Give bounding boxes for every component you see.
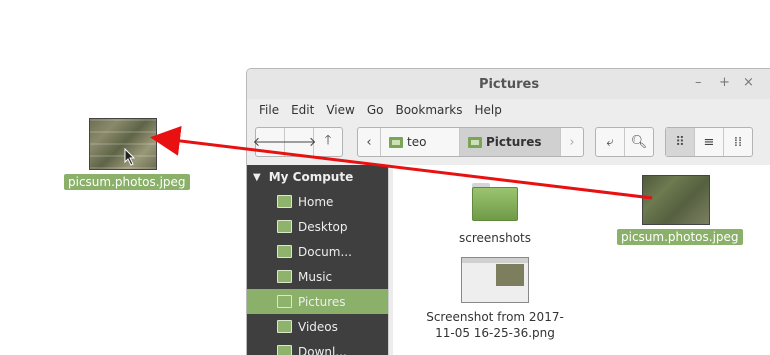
search-button[interactable]: 🔍︎ — [625, 128, 653, 156]
menu-bookmarks[interactable]: Bookmarks — [389, 103, 468, 117]
sidebar-item-label: Pictures — [298, 295, 346, 309]
file-view[interactable]: screenshots picsum.photos.jpeg Screensho… — [393, 165, 770, 355]
breadcrumb: ‹ teo Pictures › — [357, 127, 584, 157]
compact-list-icon: ⁞⁞ — [734, 135, 742, 150]
breadcrumb-label: Pictures — [486, 135, 542, 149]
close-button[interactable]: × — [743, 75, 754, 90]
image-thumbnail — [642, 175, 710, 225]
file-item-label-line2: 11-05 16-25-36.png — [417, 325, 573, 341]
maximize-button[interactable]: + — [719, 75, 730, 90]
sidebar-section-label: My Compute — [269, 170, 354, 184]
sidebar-item-home[interactable]: Home — [247, 189, 388, 214]
menu-bar: File Edit View Go Bookmarks Help — [247, 99, 770, 121]
menu-go[interactable]: Go — [361, 103, 390, 117]
sidebar-item-label: Docum... — [298, 245, 352, 259]
breadcrumb-label: teo — [407, 135, 426, 149]
title-bar[interactable]: Pictures – + × — [247, 69, 770, 99]
sidebar-item-videos[interactable]: Videos — [247, 314, 388, 339]
sidebar-item-label: Music — [298, 270, 332, 284]
sidebar-item-documents[interactable]: Docum... — [247, 239, 388, 264]
list-icon: ≡ — [704, 135, 715, 150]
breadcrumb-prev-button[interactable]: ‹ — [358, 128, 381, 156]
search-icon: 🔍︎ — [631, 135, 648, 150]
file-item-label: picsum.photos.jpeg — [617, 229, 743, 245]
icon-view-button[interactable]: ⠿ — [666, 128, 695, 156]
window-title: Pictures — [247, 77, 770, 92]
file-manager-window: Pictures – + × File Edit View Go Bookmar… — [246, 68, 770, 355]
sidebar-section-header[interactable]: ▼ My Compute — [247, 165, 388, 189]
compact-view-button[interactable]: ⁞⁞ — [724, 128, 752, 156]
sidebar-item-downloads[interactable]: Downl... — [247, 339, 388, 355]
grid-icon: ⠿ — [675, 135, 685, 150]
mouse-pointer-icon — [124, 148, 136, 169]
documents-icon — [277, 245, 292, 258]
sidebar-item-music[interactable]: Music — [247, 264, 388, 289]
file-item-label-line1: Screenshot from 2017- — [417, 309, 573, 325]
sidebar-item-label: Desktop — [298, 220, 348, 234]
location-tools: ⤶ 🔍︎ — [595, 127, 654, 157]
folder-icon — [472, 183, 518, 221]
chevron-right-icon: › — [569, 135, 574, 150]
arrow-right-icon: 🡒 — [282, 134, 317, 150]
desktop-file-label: picsum.photos.jpeg — [64, 174, 190, 190]
minimize-button[interactable]: – — [695, 75, 702, 90]
sidebar-item-label: Videos — [298, 320, 338, 334]
menu-edit[interactable]: Edit — [285, 103, 320, 117]
music-icon — [277, 270, 292, 283]
image-thumbnail[interactable] — [89, 118, 157, 170]
file-item-label: screenshots — [445, 231, 545, 245]
home-folder-icon — [389, 137, 403, 148]
location-toggle-icon: ⤶ — [606, 135, 613, 150]
toggle-location-button[interactable]: ⤶ — [596, 128, 625, 156]
image-thumbnail — [461, 257, 529, 303]
breadcrumb-teo[interactable]: teo — [381, 128, 460, 156]
home-icon — [277, 195, 292, 208]
forward-button[interactable]: 🡒 — [285, 128, 314, 156]
list-view-button[interactable]: ≡ — [695, 128, 724, 156]
pictures-icon — [277, 295, 292, 308]
menu-help[interactable]: Help — [469, 103, 508, 117]
up-button[interactable]: 🡑 — [314, 128, 342, 156]
desktop-dragged-file[interactable]: picsum.photos.jpeg — [64, 118, 182, 190]
breadcrumb-pictures[interactable]: Pictures — [460, 128, 561, 156]
pictures-folder-icon — [468, 137, 482, 148]
file-item-screenshot-png[interactable]: Screenshot from 2017- 11-05 16-25-36.png — [417, 257, 573, 341]
chevron-left-icon: ‹ — [366, 135, 371, 150]
sidebar-item-desktop[interactable]: Desktop — [247, 214, 388, 239]
videos-icon — [277, 320, 292, 333]
sidebar: ▼ My Compute Home Desktop Docum... Music… — [247, 165, 388, 355]
breadcrumb-next-button[interactable]: › — [561, 128, 583, 156]
navigation-buttons: 🡐 🡒 🡑 — [255, 127, 343, 157]
desktop-icon — [277, 220, 292, 233]
menu-file[interactable]: File — [253, 103, 285, 117]
arrow-up-icon: 🡑 — [325, 131, 332, 153]
toolbar: 🡐 🡒 🡑 ‹ teo Pictures › ⤶ 🔍︎ ⠿ ≡ ⁞⁞ — [247, 121, 770, 165]
sidebar-item-pictures[interactable]: Pictures — [247, 289, 388, 314]
sidebar-item-label: Home — [298, 195, 333, 209]
chevron-down-icon: ▼ — [253, 172, 261, 183]
file-item-screenshots[interactable]: screenshots — [445, 183, 545, 245]
sidebar-item-label: Downl... — [298, 345, 347, 355]
menu-view[interactable]: View — [320, 103, 360, 117]
view-mode-buttons: ⠿ ≡ ⁞⁞ — [665, 127, 753, 157]
file-item-picsum[interactable]: picsum.photos.jpeg — [617, 175, 735, 245]
